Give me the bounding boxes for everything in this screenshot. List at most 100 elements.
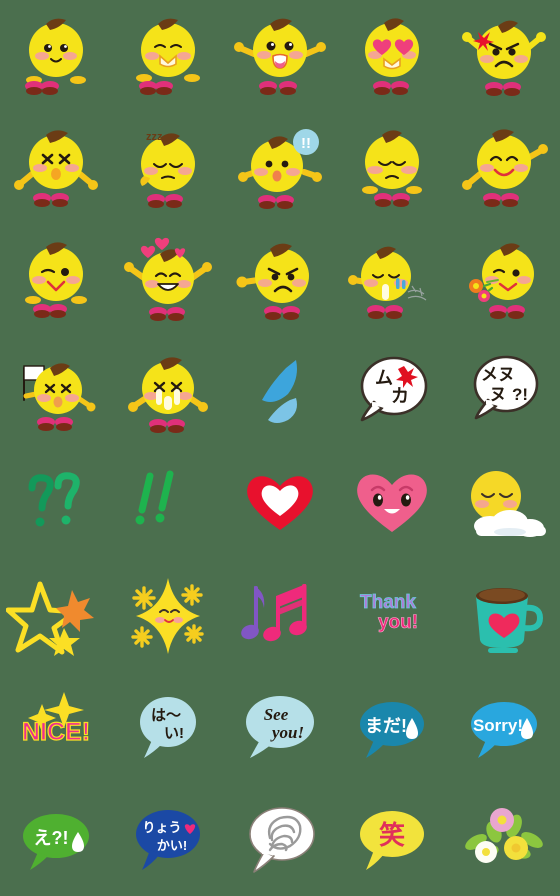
mada-label: まだ!	[365, 716, 407, 736]
nice-text: NICE!	[21, 692, 91, 747]
sticker-cell-29[interactable]: Thank you!	[336, 560, 448, 672]
heart-eyes-character	[365, 18, 419, 95]
sticker-cell-32[interactable]: は～ い!	[112, 672, 224, 784]
emoji-sticker-grid: zzz !! ム カ メヌ ヌ ?! Thank you! NICE! は～ い…	[0, 0, 560, 896]
sleeping-zzz-character: zzz	[140, 131, 195, 208]
music-notes-icon	[241, 584, 307, 642]
kissing-face-character	[136, 18, 200, 95]
ryoukai-line2: かい!	[157, 838, 187, 853]
sticker-cell-19[interactable]: ム カ	[336, 336, 448, 448]
sticker-cell-11[interactable]	[0, 224, 112, 336]
menu-text-3: ?!	[512, 385, 528, 404]
sticker-cell-8[interactable]: !!	[224, 112, 336, 224]
double-exclamation-mark-icon	[135, 470, 174, 525]
sticker-cell-5[interactable]	[448, 0, 560, 112]
exclamation-text: !!	[301, 135, 311, 152]
flower-bouquet-icon	[465, 808, 543, 863]
eh-label: え?!	[34, 828, 69, 848]
ryoukai-speech-bubble: りょう かい!	[136, 810, 200, 870]
scribble-speech-bubble	[249, 807, 315, 873]
sticker-cell-21[interactable]	[0, 448, 112, 560]
furious-character	[236, 243, 309, 320]
sticker-cell-10[interactable]	[448, 112, 560, 224]
sweat-drops-icon	[262, 360, 297, 423]
sorry-speech-bubble: Sorry!	[471, 702, 537, 758]
stars-icon	[6, 581, 94, 656]
sticker-cell-36[interactable]: え?!	[0, 784, 112, 896]
sticker-cell-34[interactable]: まだ!	[336, 672, 448, 784]
sticker-cell-35[interactable]: Sorry!	[448, 672, 560, 784]
sticker-cell-18[interactable]	[224, 336, 336, 448]
crying-tears-character	[348, 246, 427, 319]
sticker-cell-28[interactable]	[224, 560, 336, 672]
sticker-cell-27[interactable]	[112, 560, 224, 672]
sticker-cell-33[interactable]: See you!	[224, 672, 336, 784]
sticker-cell-26[interactable]	[0, 560, 112, 672]
sticker-cell-7[interactable]: zzz	[112, 112, 224, 224]
sticker-cell-4[interactable]	[336, 0, 448, 112]
sticker-cell-20[interactable]: メヌ ヌ ?!	[448, 336, 560, 448]
menu-speech-bubble: メヌ ヌ ?!	[473, 355, 539, 420]
sorry-label: Sorry!	[473, 716, 523, 735]
surprised-exclaim-character: !!	[238, 129, 322, 209]
sticker-cell-17[interactable]	[112, 336, 224, 448]
thank-you-text: Thank you!	[360, 592, 419, 634]
zzz-text: zzz	[146, 131, 163, 143]
sticker-cell-9[interactable]	[336, 112, 448, 224]
sticker-cell-6[interactable]	[0, 112, 112, 224]
smiling-face-character	[25, 18, 86, 95]
nice-label: NICE!	[22, 718, 90, 746]
angry-character	[462, 20, 546, 96]
warai-label: 笑	[379, 820, 405, 850]
hai-line1: は～	[151, 707, 181, 724]
sticker-cell-16[interactable]	[0, 336, 112, 448]
sticker-cell-24[interactable]	[336, 448, 448, 560]
sticker-cell-3[interactable]	[224, 0, 336, 112]
happy-wave-character	[462, 129, 548, 207]
sleeping-on-cloud-icon	[471, 471, 546, 537]
thank-you-line2: you!	[378, 612, 418, 633]
sticker-cell-13[interactable]	[224, 224, 336, 336]
ryoukai-line1: りょう	[142, 820, 181, 835]
eh-speech-bubble: え?!	[23, 814, 89, 870]
sticker-cell-25[interactable]	[448, 448, 560, 560]
sticker-cell-22[interactable]	[112, 448, 224, 560]
red-heart-outline-icon	[247, 476, 313, 530]
see-you-speech-bubble: See you!	[246, 696, 314, 758]
menu-text-2: ヌ	[490, 385, 507, 404]
joyful-hearts-character	[124, 237, 212, 321]
sticker-cell-40[interactable]	[448, 784, 560, 896]
muka-text: ム	[375, 368, 393, 388]
sticker-cell-31[interactable]: NICE!	[0, 672, 112, 784]
pink-heart-face-icon	[357, 474, 427, 532]
crying-waterfall-character	[128, 357, 208, 433]
muka-text-2: カ	[391, 386, 409, 406]
sad-frown-character	[362, 130, 422, 207]
sticker-cell-1[interactable]	[0, 0, 112, 112]
white-flag-surrender-character	[23, 363, 96, 431]
menu-text-1: メヌ	[481, 365, 515, 384]
sticker-cell-30[interactable]	[448, 560, 560, 672]
sticker-cell-38[interactable]	[224, 784, 336, 896]
warai-speech-bubble: 笑	[360, 811, 424, 870]
muka-speech-bubble: ム カ	[360, 356, 428, 422]
excited-open-mouth-character	[234, 18, 326, 95]
flower-gift-character	[469, 243, 534, 319]
hai-speech-bubble: は～ い!	[140, 697, 196, 758]
winking-character	[25, 242, 87, 318]
thank-you-line1: Thank	[360, 592, 416, 613]
sparkle-star-face-icon	[131, 578, 204, 654]
sticker-cell-23[interactable]	[224, 448, 336, 560]
sticker-cell-14[interactable]	[336, 224, 448, 336]
sticker-cell-37[interactable]: りょう かい!	[112, 784, 224, 896]
dizzy-x-eyes-character	[14, 130, 98, 207]
hai-line2: い!	[164, 725, 184, 742]
sticker-cell-2[interactable]	[112, 0, 224, 112]
sticker-cell-39[interactable]: 笑	[336, 784, 448, 896]
see-line2: you!	[270, 723, 304, 742]
mada-speech-bubble: まだ!	[360, 702, 424, 758]
sticker-cell-12[interactable]	[112, 224, 224, 336]
coffee-cup-heart-icon	[476, 588, 544, 653]
sticker-cell-15[interactable]	[448, 224, 560, 336]
see-line1: See	[264, 705, 289, 724]
